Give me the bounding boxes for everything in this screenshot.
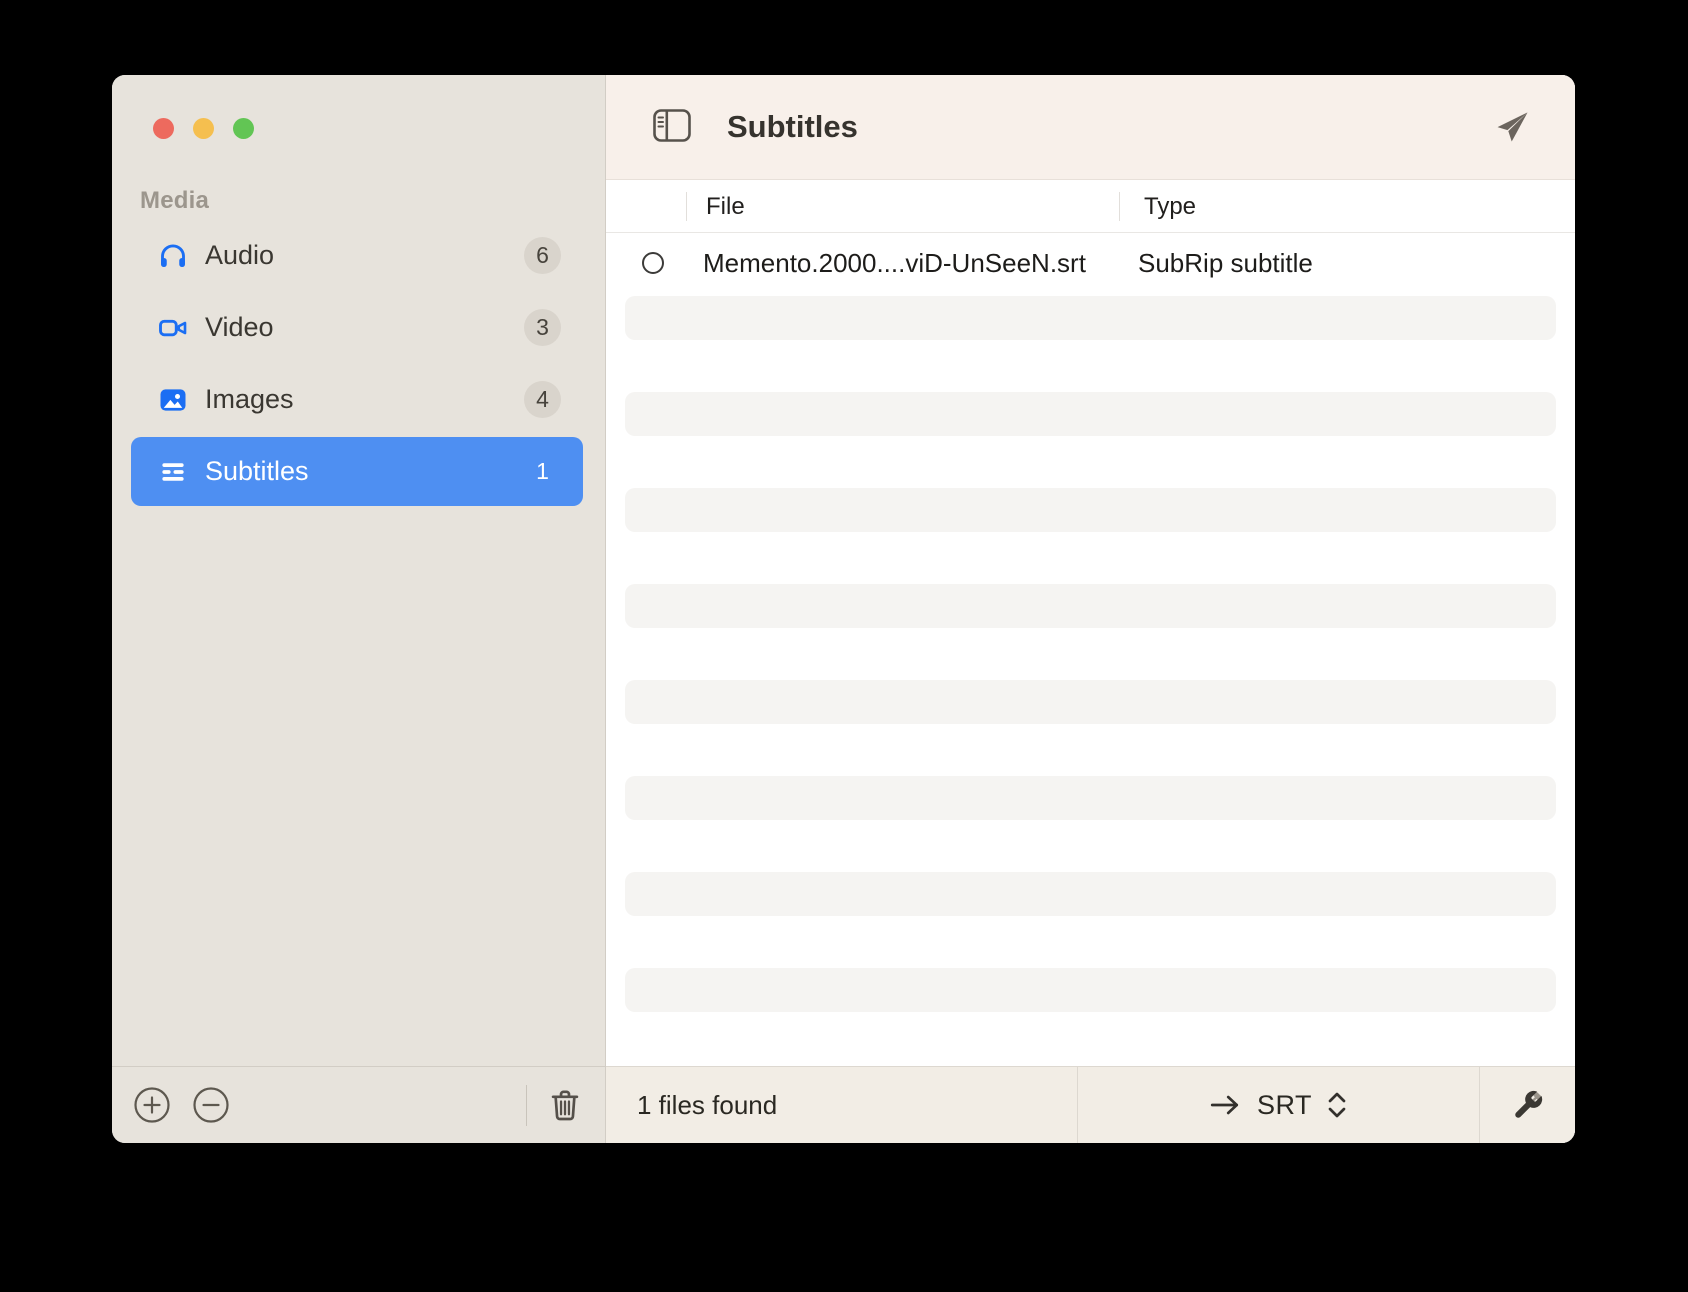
trash-icon <box>548 1087 582 1123</box>
placeholder-rows <box>625 296 1556 1064</box>
image-icon <box>157 384 189 416</box>
placeholder-row <box>625 296 1556 340</box>
add-file-button[interactable] <box>133 1086 171 1124</box>
convert-button[interactable] <box>1494 111 1530 145</box>
placeholder-row <box>625 968 1556 1012</box>
placeholder-row <box>625 872 1556 916</box>
output-format-value: SRT <box>1256 1089 1312 1120</box>
sidebar-nav: Audio 6 Video 3 Images 4 Subtitles 1 <box>131 221 583 509</box>
column-header-file[interactable]: File <box>706 180 745 233</box>
app-window: Media Audio 6 Video 3 Images 4 Subtitles… <box>112 75 1575 1143</box>
sidebar-item-images[interactable]: Images 4 <box>131 365 583 434</box>
divider <box>526 1085 527 1126</box>
table-header: File Type <box>606 180 1575 233</box>
sidebar-item-audio[interactable]: Audio 6 <box>131 221 583 290</box>
column-separator <box>1119 192 1120 221</box>
plus-circle-icon <box>133 1086 171 1124</box>
column-header-type[interactable]: Type <box>1144 180 1196 233</box>
tools-icon <box>1511 1088 1545 1122</box>
column-separator <box>686 192 687 221</box>
files-found-text: 1 files found <box>637 1089 778 1120</box>
sidebar-item-label: Video <box>205 312 274 342</box>
count-badge: 4 <box>524 381 561 418</box>
settings-button[interactable] <box>1511 1088 1545 1122</box>
count-badge: 1 <box>536 458 549 484</box>
sidebar-toggle-button[interactable] <box>653 109 691 143</box>
file-type: SubRip subtitle <box>1138 248 1313 278</box>
file-name: Memento.2000....viD-UnSeeN.srt <box>703 248 1086 278</box>
output-format-dropdown[interactable]: SRT <box>1257 1090 1348 1121</box>
count-badge: 6 <box>524 237 561 274</box>
placeholder-row <box>625 392 1556 436</box>
status-section: 1 files found <box>606 1067 1078 1143</box>
page-title: Subtitles <box>727 109 858 144</box>
status-bar: 1 files found SRT <box>606 1066 1575 1143</box>
sidebar-item-label: Audio <box>205 240 275 270</box>
sidebar-item-video[interactable]: Video 3 <box>131 293 583 362</box>
placeholder-row <box>625 680 1556 724</box>
zoom-button[interactable] <box>233 118 254 139</box>
format-section: SRT <box>1078 1067 1480 1143</box>
delete-button[interactable] <box>548 1087 582 1123</box>
video-camera-icon <box>157 312 189 344</box>
sidebar-item-label: Subtitles <box>205 456 309 486</box>
placeholder-row <box>625 584 1556 628</box>
remove-file-button[interactable] <box>192 1086 230 1124</box>
minimize-button[interactable] <box>193 118 214 139</box>
sidebar-item-label: Images <box>205 384 294 414</box>
minus-circle-icon <box>192 1086 230 1124</box>
sidebar: Media Audio 6 Video 3 Images 4 Subtitles… <box>112 75 606 1143</box>
chevron-up-down-icon <box>1326 1090 1348 1120</box>
traffic-lights <box>153 118 254 139</box>
table-row[interactable]: Memento.2000....viD-UnSeeN.srt SubRip su… <box>606 233 1575 293</box>
tools-section <box>1480 1067 1575 1143</box>
titlebar: Subtitles <box>606 75 1575 180</box>
count-badge: 3 <box>524 309 561 346</box>
subtitles-icon <box>157 456 189 488</box>
arrow-right-icon <box>1209 1092 1241 1118</box>
sidebar-section-label: Media <box>140 187 210 214</box>
sidebar-item-subtitles[interactable]: Subtitles 1 <box>131 437 583 506</box>
main-content: Subtitles File Type Memento.2000....viD-… <box>606 75 1575 1143</box>
placeholder-row <box>625 776 1556 820</box>
sidebar-toggle-icon <box>653 109 691 142</box>
placeholder-row <box>625 488 1556 532</box>
sidebar-footer <box>112 1066 605 1143</box>
close-button[interactable] <box>153 118 174 139</box>
send-icon <box>1494 111 1530 145</box>
row-checkbox[interactable] <box>642 252 664 274</box>
headphones-icon <box>157 240 189 272</box>
